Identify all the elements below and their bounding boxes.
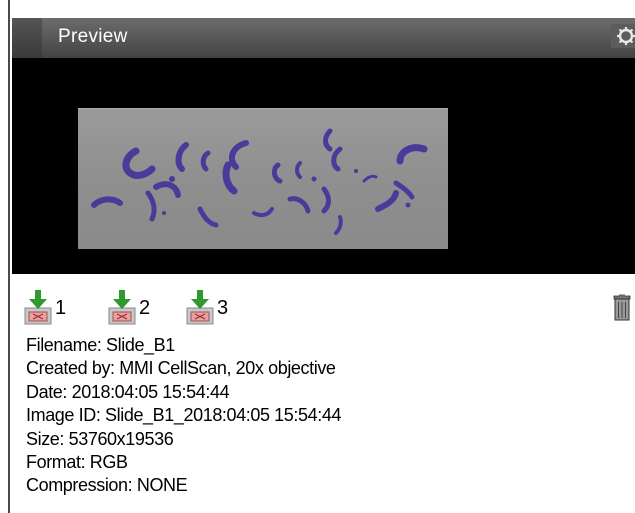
preview-panel: Preview 1 2 3 Filename: Slide_B1 Created… <box>12 12 635 513</box>
size-text: Size: 53760x19536 <box>26 428 174 449</box>
settings-button[interactable] <box>611 24 635 48</box>
date-text: Date: 2018:04:05 15:54:44 <box>26 381 230 402</box>
preview-window: Preview 1 2 3 Filename: Slide_B1 Created… <box>0 0 635 513</box>
created-by-text: Created by: MMI CellScan, 20x objective <box>26 358 336 379</box>
image-metadata: Filename: Slide_B1 Created by: MMI CellS… <box>26 334 626 498</box>
slide-thumbnail <box>78 108 448 249</box>
image-id-text: Image ID: Slide_B1_2018:04:05 15:54:44 <box>26 405 342 426</box>
panel-title: Preview <box>58 26 128 47</box>
export-label: 3 <box>217 297 229 319</box>
export-button-3[interactable]: 3 <box>186 284 228 326</box>
panel-titlebar: Preview <box>12 18 635 58</box>
left-divider <box>8 0 10 513</box>
export-down-arrow-icon <box>108 290 136 325</box>
export-button-1[interactable]: 1 <box>24 284 66 326</box>
format-text: Format: RGB <box>26 452 128 473</box>
export-down-arrow-icon <box>186 290 214 325</box>
titlebar-left-cap <box>12 18 42 58</box>
delete-button[interactable] <box>611 294 633 322</box>
trash-icon <box>613 294 631 321</box>
compression-text: Compression: NONE <box>26 475 188 496</box>
slide-preview-image[interactable] <box>12 58 635 274</box>
filename-text: Filename: Slide_B1 <box>26 335 175 355</box>
tissue-sections <box>91 128 428 235</box>
gear-icon <box>617 27 635 45</box>
export-toolbar: 1 2 3 <box>24 284 624 326</box>
export-button-2[interactable]: 2 <box>108 284 150 326</box>
export-label: 2 <box>139 297 151 319</box>
export-down-arrow-icon <box>24 290 52 325</box>
export-label: 1 <box>55 297 67 319</box>
